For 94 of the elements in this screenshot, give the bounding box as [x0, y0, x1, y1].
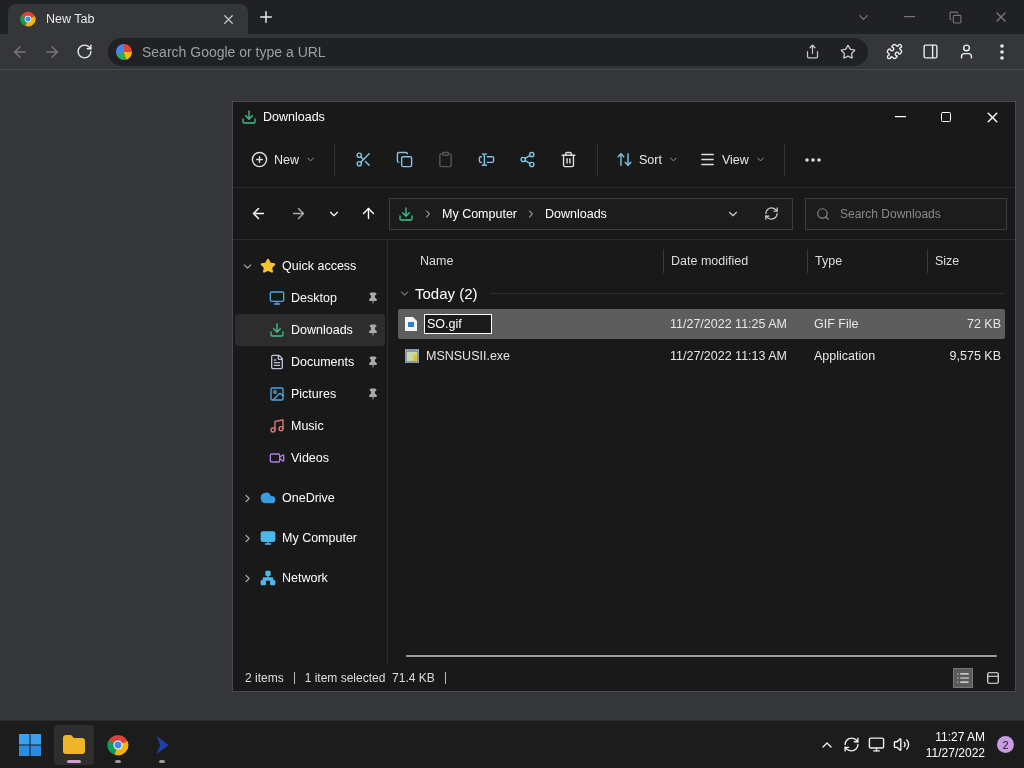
google-icon — [116, 43, 132, 60]
view-lines-icon — [698, 151, 716, 168]
taskbar-app[interactable] — [54, 724, 94, 765]
puzzle-icon — [885, 43, 903, 60]
column-header[interactable]: Date modified — [671, 254, 749, 268]
clock-time: 11:27 AM — [935, 728, 985, 745]
panel-icon — [986, 671, 1000, 685]
windows-logo-icon — [18, 732, 42, 757]
sort-arrows-icon — [616, 151, 633, 168]
type-text: GIF File — [814, 317, 859, 331]
pin-icon — [367, 324, 379, 336]
new-tab-icon — [257, 8, 275, 26]
status-text: 1 item selected 71.4 KB — [304, 671, 435, 685]
side-panel-icon — [921, 43, 939, 60]
image-file-icon — [404, 316, 418, 332]
nav-item[interactable]: Documents — [235, 346, 385, 378]
pin-icon — [367, 388, 379, 400]
share-icon — [804, 44, 820, 59]
folder-icon — [62, 732, 86, 757]
pin-icon — [367, 356, 379, 368]
column-header[interactable]: Size — [935, 254, 960, 268]
nav-item[interactable]: Music — [235, 410, 385, 442]
breadcrumb[interactable]: My Computer — [442, 206, 518, 221]
column-header[interactable]: Name — [420, 254, 454, 268]
sync-icon — [842, 736, 860, 753]
clock-date: 11/27/2022 — [925, 744, 985, 761]
download-icon — [398, 205, 414, 222]
nav-item[interactable]: OneDrive — [235, 482, 385, 514]
application-icon — [404, 348, 420, 364]
minimize-icon — [903, 16, 915, 18]
address-bar[interactable]: Search Google or type a URL — [108, 37, 868, 66]
reload-icon — [75, 43, 93, 60]
video-icon — [269, 450, 285, 466]
file-name: MSNSUSII.exe — [426, 349, 511, 363]
chrome-logo-icon — [107, 733, 129, 756]
date-text: 11/27/2022 11:25 AM — [670, 317, 787, 331]
file-row[interactable]: SO.gif 11/27/2022 11:25 AM GIF File 72 KB — [398, 309, 1005, 339]
share-icon — [519, 151, 536, 168]
chrome-logo-icon — [20, 11, 36, 27]
minimize-icon — [894, 116, 906, 118]
type-text: Application — [814, 349, 876, 363]
picture-icon — [269, 386, 285, 402]
star-icon — [260, 258, 276, 274]
download-icon — [269, 322, 285, 338]
browser-tab[interactable]: New Tab — [8, 4, 248, 34]
nav-item[interactable]: Pictures — [235, 378, 385, 410]
menu-icon — [1000, 43, 1004, 60]
scissors-icon — [355, 151, 372, 168]
rename-icon — [478, 151, 495, 168]
tab-title: New Tab — [46, 12, 96, 26]
file-row[interactable]: MSNSUSII.exe 11/27/2022 11:13 AM Application 9,575 KB — [398, 341, 1005, 371]
nav-item[interactable]: Videos — [235, 442, 385, 474]
volume-icon — [892, 736, 910, 753]
trash-icon — [560, 151, 577, 168]
date-text: 11/27/2022 11:13 AM — [670, 349, 787, 363]
size-text: 9,575 KB — [949, 349, 1001, 363]
search-icon — [816, 206, 830, 221]
group-header[interactable]: Today (2) — [398, 278, 1005, 308]
rename-field[interactable]: SO.gif — [424, 314, 492, 334]
plus-circle-icon — [251, 151, 268, 168]
path-bar[interactable]: My Computer Downloads — [389, 197, 793, 230]
document-icon — [269, 354, 285, 370]
scrollbar[interactable] — [406, 655, 997, 657]
nav-item[interactable]: My Computer — [235, 522, 385, 554]
notification-badge[interactable]: 2 — [997, 736, 1014, 753]
star-icon — [840, 43, 856, 60]
monitor-icon — [260, 530, 276, 546]
refresh-icon — [763, 206, 779, 221]
copy-icon — [396, 151, 413, 168]
download-icon — [241, 109, 257, 125]
nav-item[interactable]: Downloads — [235, 314, 385, 346]
maximize-icon — [940, 111, 952, 123]
cloud-icon — [260, 490, 276, 506]
more-icon — [804, 157, 821, 162]
nav-item[interactable]: Desktop — [235, 282, 385, 314]
list-icon — [956, 671, 970, 685]
nav-item[interactable]: Quick access — [235, 250, 385, 282]
restore-icon — [948, 10, 962, 24]
toolbar-menu-button[interactable]: View — [690, 143, 774, 176]
status-text: 2 items — [245, 671, 284, 685]
nav-item[interactable]: Network — [235, 562, 385, 594]
column-header[interactable]: Type — [815, 254, 843, 268]
search-field[interactable]: Search Downloads — [805, 197, 1007, 230]
size-text: 72 KB — [966, 317, 1001, 331]
view-toggle[interactable] — [953, 668, 973, 688]
toolbar-menu-button[interactable]: New — [243, 143, 324, 176]
music-icon — [269, 418, 285, 434]
toolbar-menu-button[interactable]: Sort — [608, 143, 687, 176]
clipboard-icon — [437, 151, 454, 168]
monitor-icon — [269, 290, 285, 306]
window-title: Downloads — [263, 110, 325, 124]
pin-icon — [367, 292, 379, 304]
search-input[interactable]: Search Downloads — [838, 205, 996, 222]
breadcrumb[interactable]: Downloads — [545, 206, 607, 221]
